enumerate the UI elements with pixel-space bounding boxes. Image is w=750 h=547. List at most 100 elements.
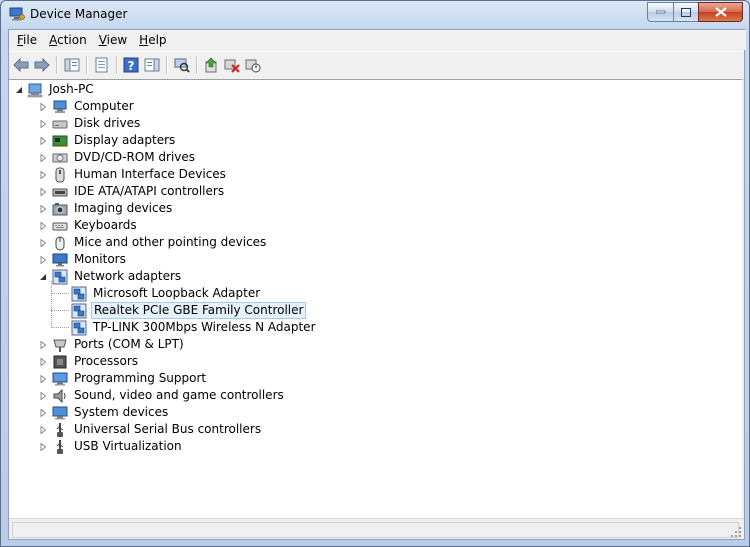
client-area: File Action View Help ? Josh-PC Computer… — [8, 29, 746, 540]
update-driver-button[interactable] — [202, 56, 220, 74]
menu-file[interactable]: File — [11, 30, 43, 50]
collapsed-arrow-icon[interactable] — [39, 154, 47, 162]
update-driver-icon — [205, 57, 217, 73]
tree-category-ide-ata-atapi-controllers[interactable]: IDE ATA/ATAPI controllers — [39, 183, 226, 200]
tree-category-keyboards[interactable]: Keyboards — [39, 217, 139, 234]
uninstall-icon — [224, 59, 240, 73]
expanded-arrow-icon[interactable] — [39, 273, 47, 281]
maximize-icon — [681, 7, 691, 17]
tree-category-ports-com-lpt[interactable]: Ports (COM & LPT) — [39, 336, 186, 353]
menu-action[interactable]: Action — [43, 30, 93, 50]
collapsed-arrow-icon[interactable] — [39, 358, 47, 366]
help-button[interactable]: ? — [122, 56, 140, 74]
sound-icon — [52, 388, 68, 404]
console-tree-button[interactable] — [63, 56, 81, 74]
scan-hardware-icon — [174, 58, 190, 73]
forward-button[interactable] — [33, 56, 51, 74]
action-pane-button[interactable] — [143, 56, 161, 74]
collapsed-arrow-icon[interactable] — [39, 137, 47, 145]
tree-device-microsoft-loopback-adapter[interactable]: Microsoft Loopback Adapter — [71, 285, 262, 302]
tree-category-label: Computer — [74, 99, 134, 113]
tree-category-label: Keyboards — [74, 218, 137, 232]
tree-category-system-devices[interactable]: System devices — [39, 404, 170, 421]
tree-category-label: Human Interface Devices — [74, 167, 226, 181]
close-button[interactable] — [698, 2, 743, 22]
tree-category-mice-and-other-pointing-devices[interactable]: Mice and other pointing devices — [39, 234, 268, 251]
uninstall-button[interactable] — [223, 56, 241, 74]
collapsed-arrow-icon[interactable] — [39, 188, 47, 196]
tree-root-label: Josh-PC — [49, 82, 94, 96]
tree-category-display-adapters[interactable]: Display adapters — [39, 132, 177, 149]
tree-category-human-interface-devices[interactable]: Human Interface Devices — [39, 166, 228, 183]
menu-view[interactable]: View — [93, 30, 133, 50]
collapsed-arrow-icon[interactable] — [39, 103, 47, 111]
tree-category-label: Ports (COM & LPT) — [74, 337, 184, 351]
tree-category-label: Sound, video and game controllers — [74, 388, 284, 402]
disable-icon — [245, 59, 261, 73]
collapsed-arrow-icon[interactable] — [39, 375, 47, 383]
processor-icon — [52, 354, 68, 370]
device-manager-window: Device Manager File Action View Help ? J… — [0, 0, 750, 547]
network-adapter-icon — [71, 303, 87, 319]
tree-device-label: TP-LINK 300Mbps Wireless N Adapter — [93, 320, 316, 334]
tree-category-monitors[interactable]: Monitors — [39, 251, 128, 268]
tree-category-usb-virtualization[interactable]: USB Virtualization — [39, 438, 184, 455]
computer-icon — [52, 99, 68, 115]
usb-icon — [52, 439, 68, 455]
action-pane-icon — [144, 58, 160, 72]
tree-root-josh-pc[interactable]: Josh-PC — [15, 81, 96, 98]
tree-category-dvd-cd-rom-drives[interactable]: DVD/CD-ROM drives — [39, 149, 197, 166]
minimize-icon — [655, 10, 665, 14]
tree-category-processors[interactable]: Processors — [39, 353, 140, 370]
ide-controller-icon — [52, 184, 68, 200]
disk-drive-icon — [52, 116, 68, 132]
tree-device-realtek-pcie-gbe-family-controller[interactable]: Realtek PCIe GBE Family Controller — [71, 302, 307, 319]
collapsed-arrow-icon[interactable] — [39, 409, 47, 417]
tree-category-label: Mice and other pointing devices — [74, 235, 267, 249]
device-manager-app-icon — [9, 7, 25, 21]
toolbar: ? — [9, 51, 744, 80]
tree-device-tp-link-300mbps-wireless-n-adapter[interactable]: TP-LINK 300Mbps Wireless N Adapter — [71, 319, 318, 336]
collapsed-arrow-icon[interactable] — [39, 443, 47, 451]
tree-device-label: Realtek PCIe GBE Family Controller — [91, 302, 307, 319]
tree-category-disk-drives[interactable]: Disk drives — [39, 115, 142, 132]
monitor-icon — [52, 252, 68, 268]
port-icon — [52, 337, 68, 353]
collapsed-arrow-icon[interactable] — [39, 256, 47, 264]
collapsed-arrow-icon[interactable] — [39, 239, 47, 247]
dvd-drive-icon — [52, 150, 68, 166]
title-bar[interactable]: Device Manager — [1, 1, 749, 29]
tree-category-imaging-devices[interactable]: Imaging devices — [39, 200, 174, 217]
collapsed-arrow-icon[interactable] — [39, 426, 47, 434]
tree-category-universal-serial-bus-controllers[interactable]: Universal Serial Bus controllers — [39, 421, 263, 438]
back-button[interactable] — [12, 56, 30, 74]
console-tree-icon — [64, 58, 80, 72]
expanded-arrow-icon[interactable] — [15, 86, 23, 94]
svg-text:?: ? — [128, 59, 135, 73]
properties-button[interactable] — [93, 56, 111, 74]
device-tree[interactable]: Josh-PC Computer Disk drives Display adapt… — [9, 79, 742, 519]
network-adapter-icon — [52, 269, 68, 285]
close-icon — [714, 7, 727, 17]
tree-category-sound-video-and-game-controllers[interactable]: Sound, video and game controllers — [39, 387, 286, 404]
collapsed-arrow-icon[interactable] — [39, 392, 47, 400]
tree-category-label: Imaging devices — [74, 201, 173, 215]
tree-category-label: Disk drives — [74, 116, 141, 130]
tree-category-network-adapters[interactable]: Network adapters — [39, 268, 183, 285]
tree-category-computer[interactable]: Computer — [39, 98, 136, 115]
scan-hardware-button[interactable] — [173, 56, 191, 74]
collapsed-arrow-icon[interactable] — [39, 341, 47, 349]
collapsed-arrow-icon[interactable] — [39, 171, 47, 179]
resize-grip-icon[interactable] — [730, 526, 742, 538]
maximize-button[interactable] — [673, 2, 698, 22]
collapsed-arrow-icon[interactable] — [39, 120, 47, 128]
collapsed-arrow-icon[interactable] — [39, 205, 47, 213]
disable-button[interactable] — [244, 56, 262, 74]
collapsed-arrow-icon[interactable] — [39, 222, 47, 230]
tree-category-programming-support[interactable]: Programming Support — [39, 370, 208, 387]
menu-help[interactable]: Help — [133, 30, 172, 50]
minimize-button[interactable] — [647, 2, 673, 22]
tree-category-label: Network adapters — [74, 269, 182, 283]
tree-category-label: Programming Support — [74, 371, 207, 385]
mouse-icon — [52, 235, 68, 251]
